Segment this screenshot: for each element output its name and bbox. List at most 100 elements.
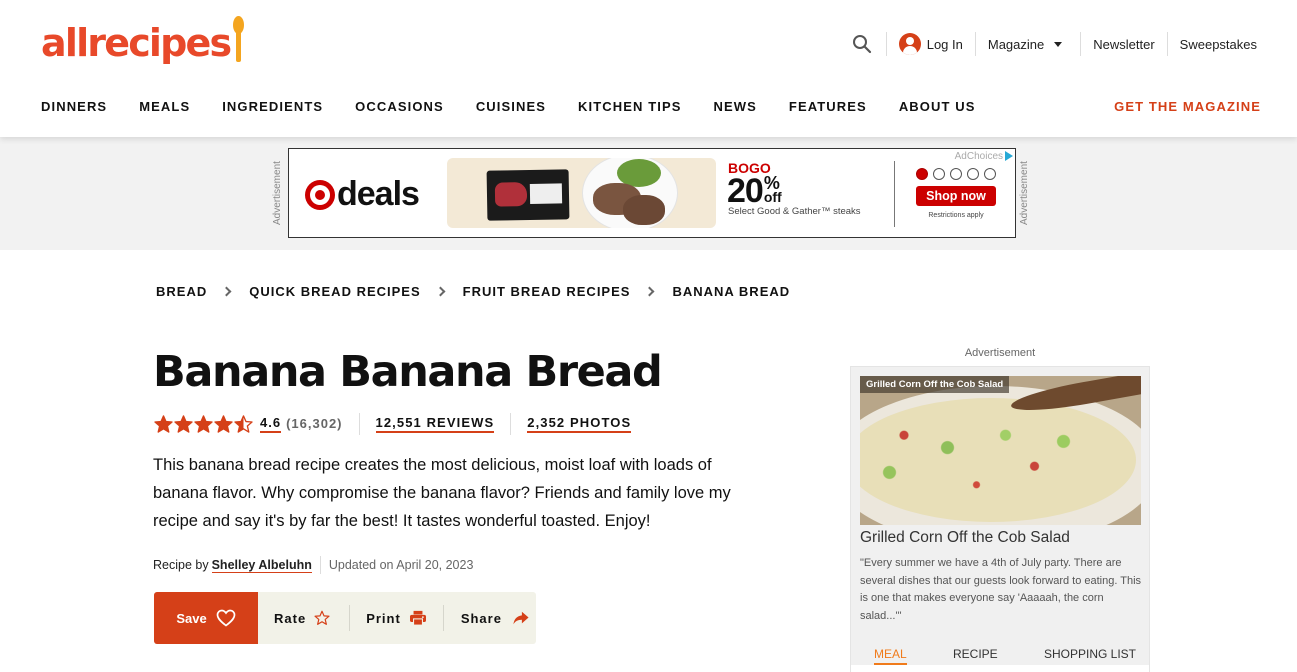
newsletter-link[interactable]: Newsletter — [1093, 37, 1154, 52]
recipe-actions: Save Rate Print Share — [154, 592, 536, 644]
breadcrumb-quick-bread[interactable]: QUICK BREAD RECIPES — [249, 284, 420, 299]
star-full-icon — [194, 415, 213, 433]
tab-content-area — [851, 665, 1149, 672]
sidebar-tabs: MEAL RECIPE SHOPPING LIST — [860, 647, 1141, 665]
sidebar-advertisement-label: Advertisement — [964, 347, 1036, 359]
save-label: Save — [176, 610, 207, 626]
logo-text: allrecipes — [41, 21, 232, 65]
rate-button[interactable]: Rate — [274, 610, 331, 626]
ad-subtext: Select Good & Gather™ steaks — [728, 206, 861, 217]
star-half-icon — [234, 415, 253, 433]
carousel-dot[interactable] — [916, 168, 928, 180]
shop-now-button[interactable]: Shop now — [916, 186, 996, 206]
divider — [974, 32, 976, 56]
nav-dinners[interactable]: DINNERS — [41, 99, 107, 114]
carousel-dot[interactable] — [950, 168, 962, 180]
rate-label: Rate — [274, 610, 307, 626]
rating-value[interactable]: 4.6 — [260, 415, 282, 433]
nav-about-us[interactable]: ABOUT US — [899, 99, 976, 114]
rating-count: (16,302) — [286, 416, 343, 431]
site-header: allrecipes Log In Magazine Newsletter Sw… — [0, 0, 1297, 137]
get-the-magazine-link[interactable]: GET THE MAGAZINE — [1114, 99, 1261, 114]
star-rating[interactable] — [154, 415, 253, 433]
main-nav: DINNERS MEALS INGREDIENTS OCCASIONS CUIS… — [41, 99, 1008, 114]
printer-icon — [409, 610, 426, 626]
print-button[interactable]: Print — [366, 610, 427, 626]
tab-shopping-list[interactable]: SHOPPING LIST — [1044, 647, 1136, 665]
chevron-right-icon — [221, 286, 232, 297]
target-logo: deals — [305, 175, 420, 214]
divider — [1166, 32, 1168, 56]
off-label: off — [763, 189, 782, 205]
magazine-dropdown[interactable]: Magazine — [988, 37, 1068, 52]
sidebar-recipe-title[interactable]: Grilled Corn Off the Cob Salad — [860, 529, 1070, 547]
carousel-dot[interactable] — [933, 168, 945, 180]
breadcrumb: BREAD QUICK BREAD RECIPES FRUIT BREAD RE… — [156, 284, 790, 299]
breadcrumb-fruit-bread[interactable]: FRUIT BREAD RECIPES — [463, 284, 631, 299]
share-button[interactable]: Share — [461, 610, 530, 626]
divider — [885, 32, 887, 56]
image-caption: Grilled Corn Off the Cob Salad — [860, 376, 1010, 393]
deals-text: deals — [337, 175, 420, 213]
target-ad[interactable]: deals BOGO 20 % off Select Good & Gather… — [288, 148, 1016, 238]
divider — [894, 161, 895, 227]
tab-recipe[interactable]: RECIPE — [953, 647, 998, 665]
print-label: Print — [366, 610, 401, 626]
divider — [319, 556, 321, 574]
allrecipes-logo[interactable]: allrecipes — [41, 16, 246, 68]
save-button[interactable]: Save — [154, 592, 258, 644]
star-full-icon — [214, 415, 233, 433]
byline: Recipe by Shelley Albeluhn Updated on Ap… — [153, 555, 473, 575]
breadcrumb-bread[interactable]: BREAD — [156, 284, 207, 299]
byline-prefix: Recipe by — [153, 558, 209, 572]
nav-ingredients[interactable]: INGREDIENTS — [222, 99, 323, 114]
adchoices-label: AdChoices — [954, 150, 1003, 162]
restrictions-text: Restrictions apply — [928, 212, 984, 219]
advertisement-label: Advertisement — [1019, 161, 1030, 225]
photos-link[interactable]: 2,352 PHOTOS — [527, 415, 632, 433]
divider — [349, 605, 351, 631]
star-full-icon — [154, 415, 173, 433]
rating-row: 4.6 (16,302) 12,551 REVIEWS 2,352 PHOTOS — [154, 413, 632, 435]
steak-image — [447, 158, 716, 228]
advertisement-label: Advertisement — [272, 161, 283, 225]
share-label: Share — [460, 610, 502, 626]
login-link[interactable]: Log In — [898, 33, 963, 55]
tab-meal[interactable]: MEAL — [874, 647, 907, 665]
target-bullseye-icon — [305, 179, 335, 210]
adchoices-link[interactable]: AdChoices — [950, 149, 1015, 163]
author-link[interactable]: Shelley Albeluhn — [211, 558, 312, 573]
sidebar-recipe-description: "Every summer we have a 4th of July part… — [860, 557, 1142, 622]
discount-value: 20 — [727, 172, 764, 210]
carousel-dot[interactable] — [967, 168, 979, 180]
updated-date: Updated on April 20, 2023 — [328, 558, 474, 572]
reviews-link[interactable]: 12,551 REVIEWS — [375, 415, 495, 433]
search-button[interactable] — [852, 34, 874, 54]
nav-occasions[interactable]: OCCASIONS — [355, 99, 444, 114]
star-outline-icon — [314, 610, 330, 625]
breadcrumb-banana-bread[interactable]: BANANA BREAD — [672, 284, 790, 299]
divider — [442, 605, 444, 631]
ad-discount: 20 % off — [727, 172, 782, 210]
nav-news[interactable]: NEWS — [714, 99, 757, 114]
share-arrow-icon — [513, 611, 529, 625]
caret-down-icon — [1054, 41, 1063, 47]
sidebar-ad-card: Grilled Corn Off the Cob Salad Grilled C… — [850, 366, 1150, 672]
top-ad-band: Advertisement deals BOGO 20 % off Select… — [0, 137, 1297, 250]
nav-meals[interactable]: MEALS — [139, 99, 190, 114]
sweepstakes-link[interactable]: Sweepstakes — [1180, 37, 1257, 52]
nav-cuisines[interactable]: CUISINES — [476, 99, 546, 114]
carousel-dot[interactable] — [984, 168, 996, 180]
star-full-icon — [174, 415, 193, 433]
recipe-description: This banana bread recipe creates the mos… — [153, 456, 731, 530]
utility-nav: Log In Magazine Newsletter Sweepstakes — [852, 30, 1257, 58]
recipe-image[interactable]: Grilled Corn Off the Cob Salad — [860, 376, 1141, 525]
nav-features[interactable]: FEATURES — [789, 99, 867, 114]
divider — [510, 413, 512, 435]
login-label: Log In — [926, 36, 963, 52]
nav-kitchen-tips[interactable]: KITCHEN TIPS — [578, 99, 681, 114]
divider — [358, 413, 360, 435]
chevron-right-icon — [435, 286, 446, 297]
divider — [1080, 32, 1082, 56]
spoon-icon — [232, 16, 246, 64]
